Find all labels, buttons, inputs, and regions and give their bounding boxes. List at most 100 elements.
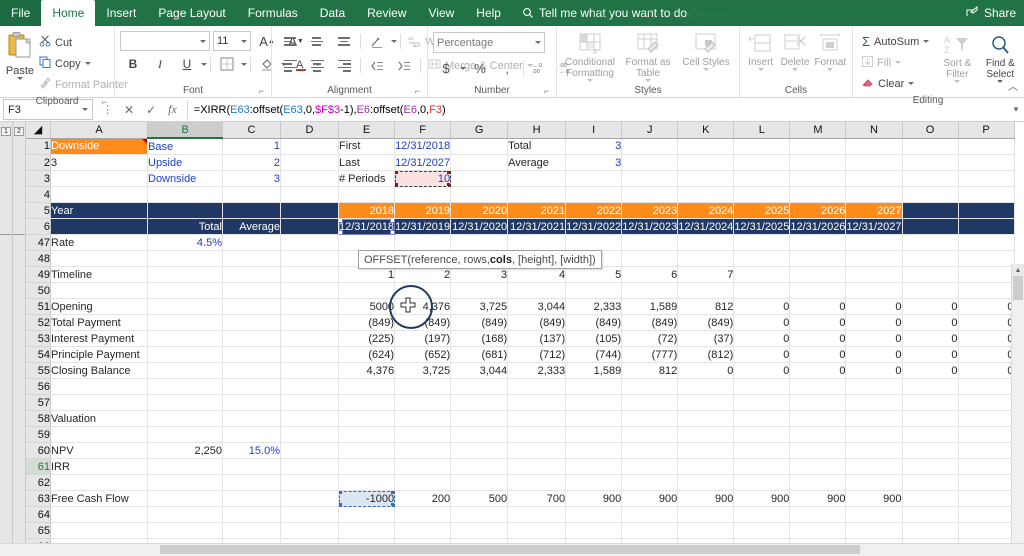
cell-B49[interactable] — [147, 266, 223, 283]
cell-D56[interactable] — [280, 378, 339, 395]
cell-O65[interactable] — [902, 522, 959, 539]
cell-D54[interactable] — [280, 346, 339, 363]
cell-C57[interactable] — [222, 394, 281, 411]
cell-A1[interactable]: Downside — [50, 138, 148, 155]
cell-G6[interactable]: 12/31/2020 — [450, 218, 509, 235]
cell-D1[interactable] — [280, 138, 339, 155]
underline-button[interactable]: U — [174, 54, 200, 74]
cell-I60[interactable] — [565, 442, 623, 459]
cell-A48[interactable] — [50, 250, 148, 267]
cell-P3[interactable] — [958, 170, 1015, 187]
cell-P4[interactable] — [958, 186, 1015, 203]
cell-L50[interactable] — [733, 282, 791, 299]
cell-D57[interactable] — [280, 394, 339, 411]
font-name-dropdown-icon[interactable] — [200, 39, 206, 43]
cell-F59[interactable] — [394, 426, 452, 443]
cell-L55[interactable]: 0 — [733, 362, 791, 379]
cell-G47[interactable] — [450, 234, 509, 251]
cell-M62[interactable] — [789, 474, 847, 491]
row-header-65[interactable]: 65 — [25, 522, 51, 539]
cell-M4[interactable] — [789, 186, 847, 203]
cell-D55[interactable] — [280, 362, 339, 379]
cell-C3[interactable]: 3 — [222, 170, 281, 187]
cell-F50[interactable] — [394, 282, 452, 299]
cell-P51[interactable]: 0 — [958, 298, 1015, 315]
vertical-scrollbar[interactable]: ▲ ▼ — [1011, 264, 1024, 555]
cell-I57[interactable] — [565, 394, 623, 411]
cell-J59[interactable] — [621, 426, 679, 443]
cell-J47[interactable] — [621, 234, 679, 251]
cell-E51[interactable]: 5000 — [338, 298, 396, 315]
cell-I50[interactable] — [565, 282, 623, 299]
cell-E56[interactable] — [338, 378, 396, 395]
cell-E61[interactable] — [338, 458, 396, 475]
cell-D4[interactable] — [280, 186, 339, 203]
cell-M47[interactable] — [789, 234, 847, 251]
cell-M54[interactable]: 0 — [789, 346, 847, 363]
cell-N55[interactable]: 0 — [845, 362, 903, 379]
cell-C1[interactable]: 1 — [222, 138, 281, 155]
align-right-button[interactable] — [331, 56, 357, 76]
cell-F56[interactable] — [394, 378, 452, 395]
cell-J63[interactable]: 900 — [621, 490, 679, 507]
cell-P48[interactable] — [958, 250, 1015, 267]
cell-P60[interactable] — [958, 442, 1015, 459]
cell-G56[interactable] — [450, 378, 509, 395]
cell-N47[interactable] — [845, 234, 903, 251]
column-header-k[interactable]: K — [677, 122, 735, 139]
row-header-49[interactable]: 49 — [25, 266, 51, 283]
cell-F51[interactable]: 4,376 — [394, 298, 452, 315]
cell-A2[interactable]: 3 — [50, 154, 148, 171]
cell-A56[interactable] — [50, 378, 148, 395]
column-header-l[interactable]: L — [733, 122, 791, 139]
cell-A58[interactable]: Valuation — [50, 410, 148, 427]
cell-M1[interactable] — [789, 138, 847, 155]
cell-E52[interactable]: (849) — [338, 314, 396, 331]
cell-C50[interactable] — [222, 282, 281, 299]
cell-P58[interactable] — [958, 410, 1015, 427]
cell-K48[interactable] — [677, 250, 735, 267]
cell-B54[interactable] — [147, 346, 223, 363]
cell-I2[interactable]: 3 — [565, 154, 623, 171]
cell-E65[interactable] — [338, 522, 396, 539]
cell-G1[interactable] — [450, 138, 509, 155]
cell-O54[interactable]: 0 — [902, 346, 959, 363]
cell-G51[interactable]: 3,725 — [450, 298, 509, 315]
cell-F3[interactable]: 10 — [394, 170, 452, 187]
tab-insert[interactable]: Insert — [95, 0, 147, 26]
cell-G55[interactable]: 3,044 — [450, 362, 509, 379]
cell-M57[interactable] — [789, 394, 847, 411]
cell-I54[interactable]: (744) — [565, 346, 623, 363]
tab-data[interactable]: Data — [309, 0, 356, 26]
cell-A53[interactable]: Interest Payment — [50, 330, 148, 347]
cell-H6[interactable]: 12/31/2021 — [507, 218, 567, 235]
cell-L60[interactable] — [733, 442, 791, 459]
cell-A62[interactable] — [50, 474, 148, 491]
cell-B57[interactable] — [147, 394, 223, 411]
cell-F63[interactable]: 200 — [394, 490, 452, 507]
column-header-h[interactable]: H — [507, 122, 567, 139]
cell-H2[interactable]: Average — [507, 154, 567, 171]
cell-P54[interactable]: 0 — [958, 346, 1015, 363]
number-dialog-launcher[interactable]: ⌐ — [544, 85, 549, 98]
row-header-3[interactable]: 3 — [25, 170, 51, 187]
cell-J1[interactable] — [621, 138, 679, 155]
cell-F1[interactable]: 12/31/2018 — [394, 138, 452, 155]
cell-A51[interactable]: Opening — [50, 298, 148, 315]
cell-P56[interactable] — [958, 378, 1015, 395]
column-header-j[interactable]: J — [621, 122, 679, 139]
cell-P59[interactable] — [958, 426, 1015, 443]
cell-K52[interactable]: (849) — [677, 314, 735, 331]
cell-M55[interactable]: 0 — [789, 362, 847, 379]
cell-L65[interactable] — [733, 522, 791, 539]
row-header-62[interactable]: 62 — [25, 474, 51, 491]
row-header-47[interactable]: 47 — [25, 234, 51, 251]
cell-E55[interactable]: 4,376 — [338, 362, 396, 379]
row-header-57[interactable]: 57 — [25, 394, 51, 411]
cell-F52[interactable]: (849) — [394, 314, 452, 331]
cell-O61[interactable] — [902, 458, 959, 475]
cell-N2[interactable] — [845, 154, 903, 171]
cell-O62[interactable] — [902, 474, 959, 491]
cell-L51[interactable]: 0 — [733, 298, 791, 315]
cell-P62[interactable] — [958, 474, 1015, 491]
